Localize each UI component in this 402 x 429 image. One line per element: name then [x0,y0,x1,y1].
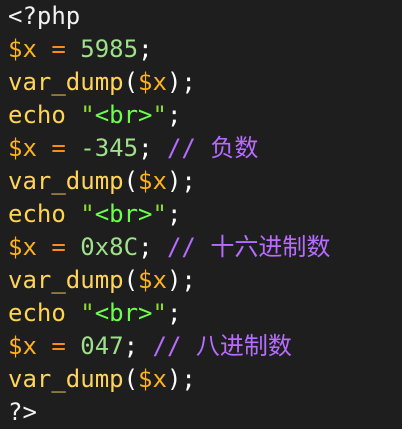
code-line: $x = 047; // 八进制数 [8,330,402,363]
code-line: $x = 0x8C; // 十六进制数 [8,231,402,264]
code-token-str-q: " [80,101,95,129]
code-token-comment: // 十六进制数 [166,233,331,261]
code-token-var: $x [8,332,37,360]
code-token-op: = [51,35,66,63]
code-token-punc: ; [166,200,182,228]
code-token-num: 5985 [80,35,139,63]
code-token-kw: echo [8,299,66,327]
code-token-str-q: " [152,299,167,327]
code-token-var: $x [138,167,167,195]
code-token-op: = [51,332,66,360]
code-token-var: $x [8,233,37,261]
code-token-punc: ); [166,266,196,294]
code-token-str: <br> [94,200,153,228]
code-token-comment: // 八进制数 [152,332,292,360]
code-line: var_dump($x); [8,66,402,99]
code-token-func: var_dump [8,266,124,294]
code-line: var_dump($x); [8,165,402,198]
code-token-str-q: " [80,200,95,228]
code-token-punc: ); [166,167,196,195]
code-token-kw: echo [8,101,66,129]
code-token-num: 047 [80,332,124,360]
code-token-str-q: " [80,299,95,327]
code-token-punc: ; [166,101,182,129]
code-line: $x = -345; // 负数 [8,132,402,165]
code-token-comment: // 负数 [166,134,259,162]
code-token-str-q: " [152,200,167,228]
code-token-num: 0x8C [80,233,139,261]
code-line: echo "<br>"; [8,99,402,132]
code-token-op: = [51,134,66,162]
code-line: echo "<br>"; [8,297,402,330]
code-token-func: var_dump [8,167,124,195]
code-token-punc: ( [123,365,139,393]
code-token-plain: ?> [8,398,37,426]
code-token-kw: echo [8,200,66,228]
code-token-str: <br> [94,101,153,129]
code-line: <?php [8,0,402,33]
code-token-punc: ( [123,68,139,96]
code-token-var: $x [8,134,37,162]
code-token-punc: ); [166,365,196,393]
code-editor[interactable]: <?php $x = 5985; var_dump($x); echo "<br>";… [0,0,402,426]
code-token-str-q: " [152,101,167,129]
code-token-plain: <?php [8,2,81,30]
code-line: ?> [8,396,402,429]
code-token-punc: ; [123,332,139,360]
code-token-func: var_dump [8,365,124,393]
code-line: var_dump($x); [8,264,402,297]
code-token-punc: ); [166,68,196,96]
code-line: $x = 5985; [8,33,402,66]
code-token-punc: ; [138,233,153,261]
code-token-func: var_dump [8,68,124,96]
code-token-str: <br> [94,299,153,327]
code-token-var: $x [138,68,167,96]
code-token-var: $x [138,365,167,393]
code-token-var: $x [8,35,37,63]
code-token-punc: ( [123,167,139,195]
code-token-punc: ( [123,266,139,294]
code-line: echo "<br>"; [8,198,402,231]
code-token-var: $x [138,266,167,294]
code-token-punc: ; [166,299,182,327]
code-token-op: = [51,233,66,261]
code-line: var_dump($x); [8,363,402,396]
code-token-num: -345 [80,134,139,162]
code-token-punc: ; [138,134,153,162]
code-token-punc: ; [138,35,153,63]
